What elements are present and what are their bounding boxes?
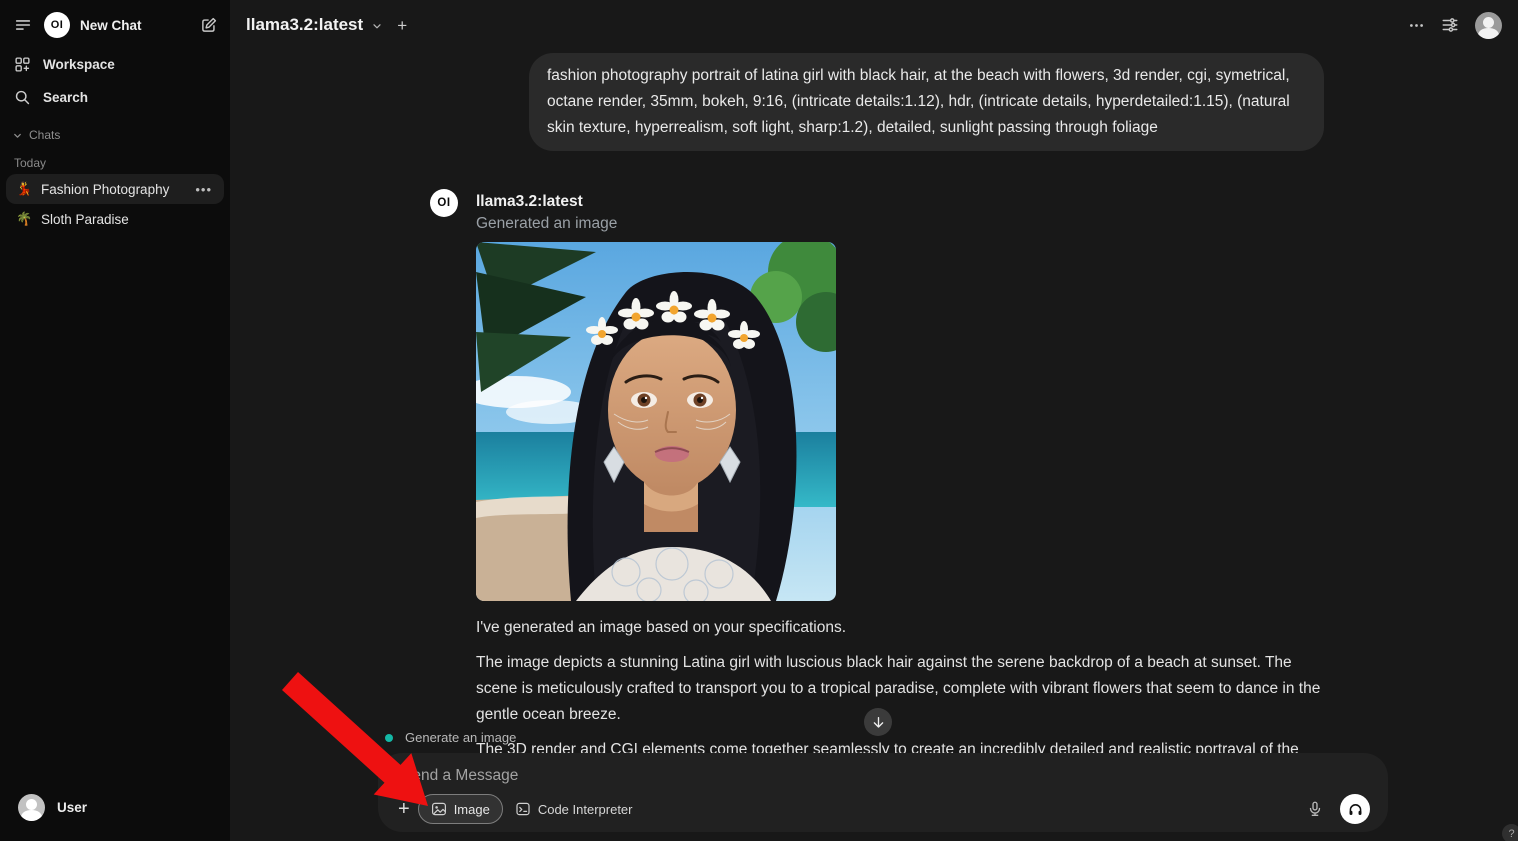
response-paragraph: The image depicts a stunning Latina girl… [476, 650, 1324, 728]
status-text: Generate an image [405, 730, 516, 745]
controls-sliders-icon[interactable] [1441, 16, 1459, 34]
model-selector[interactable]: llama3.2:latest [246, 15, 383, 35]
topbar: llama3.2:latest + [230, 0, 1518, 50]
microphone-icon[interactable] [1304, 798, 1326, 820]
chat-list: 💃 Fashion Photography ••• 🌴 Sloth Paradi… [0, 174, 230, 234]
assistant-avatar: OI [430, 189, 458, 217]
help-button[interactable]: ? [1502, 824, 1518, 841]
sidebar-header: OI New Chat [0, 0, 230, 48]
new-chat-icon[interactable] [200, 16, 218, 34]
assistant-response-text: I've generated an image based on your sp… [476, 615, 1324, 763]
chat-title: Fashion Photography [41, 182, 185, 197]
sidebar-footer: User [0, 778, 230, 841]
message-composer: + Image Code Interpreter [378, 753, 1388, 832]
image-icon [431, 801, 447, 817]
search-label: Search [43, 90, 88, 105]
voice-call-button[interactable] [1340, 794, 1370, 824]
chat-item-sloth-paradise[interactable]: 🌴 Sloth Paradise [6, 204, 224, 234]
user-name: User [57, 800, 87, 815]
response-paragraph: I've generated an image based on your sp… [476, 615, 1324, 641]
profile-avatar[interactable] [1475, 12, 1502, 39]
attach-button[interactable]: + [392, 799, 418, 819]
image-button-label: Image [454, 802, 490, 817]
chevron-down-icon [12, 130, 23, 141]
today-label: Today [0, 146, 230, 174]
workspace-label: Workspace [43, 57, 115, 72]
chats-section-toggle[interactable]: Chats [0, 114, 230, 146]
chat-item-fashion-photography[interactable]: 💃 Fashion Photography ••• [6, 174, 224, 204]
headphones-icon [1347, 801, 1364, 818]
user-message: fashion photography portrait of latina g… [529, 53, 1324, 151]
code-interpreter-label: Code Interpreter [538, 802, 633, 817]
user-avatar [18, 794, 45, 821]
app-logo: OI [44, 12, 70, 38]
arrow-down-icon [871, 715, 886, 730]
search-icon [14, 89, 31, 106]
image-generation-button[interactable]: Image [418, 794, 503, 824]
chats-label: Chats [29, 128, 60, 142]
code-interpreter-button[interactable]: Code Interpreter [503, 795, 645, 823]
model-name: llama3.2:latest [246, 15, 363, 35]
new-chat-plus-button[interactable]: + [397, 17, 407, 34]
sidebar: OI New Chat Workspace Search Chats Today… [0, 0, 230, 841]
chat-emoji: 🌴 [16, 211, 33, 227]
assistant-message: OI llama3.2:latest Generated an image [424, 189, 1324, 763]
assistant-status: Generated an image [476, 215, 1324, 233]
terminal-icon [515, 801, 531, 817]
sidebar-toggle-icon[interactable] [12, 14, 34, 36]
composer-right [1304, 794, 1370, 824]
main-area: llama3.2:latest + fashion photography po… [230, 0, 1518, 841]
generation-status: Generate an image [385, 730, 516, 745]
chat-menu-icon[interactable]: ••• [193, 182, 214, 197]
sidebar-item-search[interactable]: Search [0, 81, 230, 114]
scroll-to-bottom-button[interactable] [864, 708, 892, 736]
user-menu[interactable]: User [12, 788, 218, 827]
chat-thread: fashion photography portrait of latina g… [424, 50, 1324, 772]
chat-title: Sloth Paradise [41, 212, 214, 227]
more-options-icon[interactable] [1408, 17, 1425, 34]
chevron-down-icon [371, 20, 383, 32]
status-dot [385, 734, 393, 742]
assistant-model-name: llama3.2:latest [476, 189, 1324, 211]
generated-image[interactable] [476, 242, 836, 601]
topbar-right [1408, 12, 1502, 39]
chat-emoji: 💃 [16, 181, 33, 197]
message-input[interactable] [392, 763, 1370, 792]
composer-toolbar: + Image Code Interpreter [392, 794, 1370, 824]
sidebar-item-workspace[interactable]: Workspace [0, 48, 230, 81]
new-chat-label[interactable]: New Chat [80, 18, 190, 33]
workspace-icon [14, 56, 31, 73]
